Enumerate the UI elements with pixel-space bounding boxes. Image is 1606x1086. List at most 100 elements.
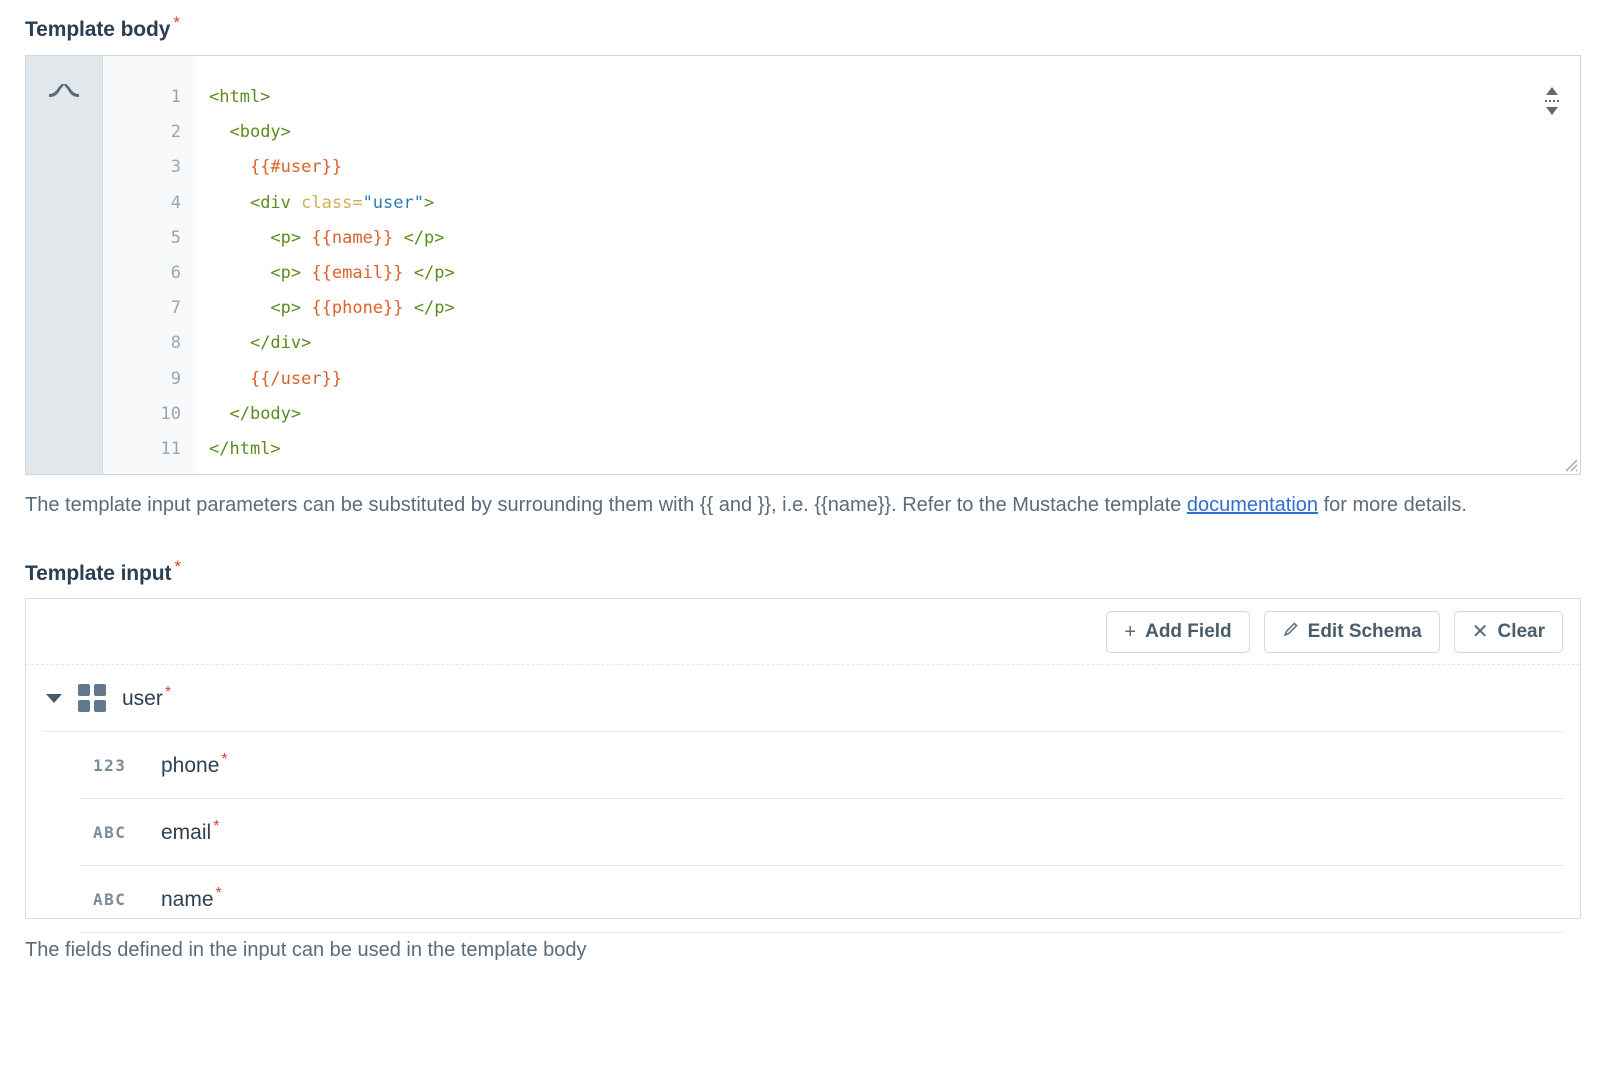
field-row-user[interactable]: user* <box>43 665 1563 732</box>
clear-button[interactable]: ✕ Clear <box>1454 611 1563 653</box>
code-line: <p> {{email}} </p> <box>209 256 1580 291</box>
field-type-label: ABC <box>93 890 145 909</box>
mustache-documentation-link[interactable]: documentation <box>1187 494 1318 516</box>
line-number: 6 <box>103 256 181 291</box>
field-row-email[interactable]: ABC email* <box>80 799 1563 866</box>
code-token: > <box>424 193 434 213</box>
string-type-icon: ABC <box>93 890 145 909</box>
code-line: <body> <box>209 115 1580 150</box>
code-token <box>301 298 311 318</box>
template-body-label: Template body* <box>25 0 1581 40</box>
number-type-icon: 123 <box>93 756 145 775</box>
code-token: class= <box>301 193 362 213</box>
template-form-page: Template body* 1234567891011 <html> <bod… <box>0 0 1606 1086</box>
code-line: </div> <box>209 326 1580 361</box>
code-token: </p> <box>414 298 455 318</box>
required-asterisk: * <box>216 885 222 902</box>
template-input-panel: + Add Field Edit Schema ✕ Clear user* 123… <box>25 598 1581 919</box>
code-token: </html> <box>209 439 281 459</box>
code-token: {{name}} <box>311 228 393 248</box>
line-number: 2 <box>103 115 181 150</box>
code-token <box>404 263 414 283</box>
code-token: <p> <box>270 298 301 318</box>
code-token: </p> <box>414 263 455 283</box>
edit-schema-button[interactable]: Edit Schema <box>1264 611 1440 653</box>
code-line: <html> <box>209 80 1580 115</box>
help-text-part2: for more details. <box>1318 494 1467 516</box>
code-content[interactable]: <html> <body> {{#user}} <div class="user… <box>195 56 1580 474</box>
code-line: <div class="user"> <box>209 186 1580 221</box>
template-input-field-tree: user* 123 phone* ABC email* ABC name* <box>26 665 1580 933</box>
template-input-label-text: Template input <box>25 562 171 585</box>
object-grid-icon <box>78 684 106 712</box>
code-token: "user" <box>363 193 424 213</box>
line-number: 4 <box>103 186 181 221</box>
template-input-toolbar: + Add Field Edit Schema ✕ Clear <box>26 599 1580 665</box>
line-number: 3 <box>103 150 181 185</box>
object-grid-glyph <box>78 684 106 712</box>
required-asterisk: * <box>165 684 171 701</box>
code-token: {{email}} <box>311 263 403 283</box>
field-type-label: ABC <box>93 823 145 842</box>
string-type-icon: ABC <box>93 823 145 842</box>
code-token: </div> <box>250 333 311 353</box>
code-token: </p> <box>404 228 445 248</box>
vertical-resize-handle-icon[interactable] <box>1542 86 1562 116</box>
code-token: <html> <box>209 87 270 107</box>
line-number: 11 <box>103 432 181 467</box>
field-row-phone[interactable]: 123 phone* <box>80 732 1563 799</box>
line-number: 1 <box>103 80 181 115</box>
edit-schema-button-label: Edit Schema <box>1308 621 1422 643</box>
resize-grip-icon[interactable] <box>1562 456 1578 472</box>
line-number: 10 <box>103 397 181 432</box>
code-token: <p> <box>270 228 301 248</box>
line-number-gutter: 1234567891011 <box>103 56 195 474</box>
required-asterisk: * <box>213 818 219 835</box>
template-input-footer-note: The fields defined in the input can be u… <box>25 936 1581 964</box>
code-token: {{/user}} <box>250 369 342 389</box>
template-input-label: Template input* <box>25 563 1581 584</box>
code-line: {{#user}} <box>209 150 1580 185</box>
code-token <box>404 298 414 318</box>
code-line: <p> {{name}} </p> <box>209 221 1580 256</box>
pencil-icon <box>1282 621 1299 642</box>
field-name-label: phone* <box>161 755 228 776</box>
required-asterisk: * <box>221 751 227 768</box>
code-fold-icon[interactable] <box>47 84 81 100</box>
line-number: 5 <box>103 221 181 256</box>
required-asterisk: * <box>173 13 180 32</box>
code-line: <p> {{phone}} </p> <box>209 291 1580 326</box>
code-token: {{#user}} <box>250 157 342 177</box>
help-text-part1: The template input parameters can be sub… <box>25 494 1187 516</box>
line-number: 7 <box>103 291 181 326</box>
add-field-button[interactable]: + Add Field <box>1106 611 1249 653</box>
field-name-label: name* <box>161 889 222 910</box>
code-line: </html> <box>209 432 1580 467</box>
plus-icon: + <box>1124 622 1136 642</box>
add-field-button-label: Add Field <box>1145 621 1232 643</box>
template-body-code-editor[interactable]: 1234567891011 <html> <body> {{#user}} <d… <box>25 55 1581 475</box>
code-token: <body> <box>229 122 290 142</box>
field-row-name[interactable]: ABC name* <box>80 866 1563 933</box>
code-token: {{phone}} <box>311 298 403 318</box>
line-number: 9 <box>103 362 181 397</box>
caret-down-icon[interactable] <box>43 694 65 703</box>
field-type-label: 123 <box>93 756 145 775</box>
close-x-icon: ✕ <box>1472 622 1489 642</box>
code-token <box>301 263 311 283</box>
code-token: </body> <box>229 404 301 424</box>
field-name-label: email* <box>161 822 219 843</box>
line-number: 8 <box>103 326 181 361</box>
code-token: <div <box>250 193 301 213</box>
caret-glyph <box>46 694 62 703</box>
code-line: {{/user}} <box>209 362 1580 397</box>
template-body-label-text: Template body <box>25 18 170 41</box>
template-body-help-text: The template input parameters can be sub… <box>25 489 1581 522</box>
clear-button-label: Clear <box>1497 621 1545 643</box>
field-name-label: user* <box>122 688 171 709</box>
code-token <box>393 228 403 248</box>
code-fold-gutter[interactable] <box>26 56 103 474</box>
required-asterisk: * <box>174 557 181 576</box>
code-token: <p> <box>270 263 301 283</box>
code-token <box>301 228 311 248</box>
